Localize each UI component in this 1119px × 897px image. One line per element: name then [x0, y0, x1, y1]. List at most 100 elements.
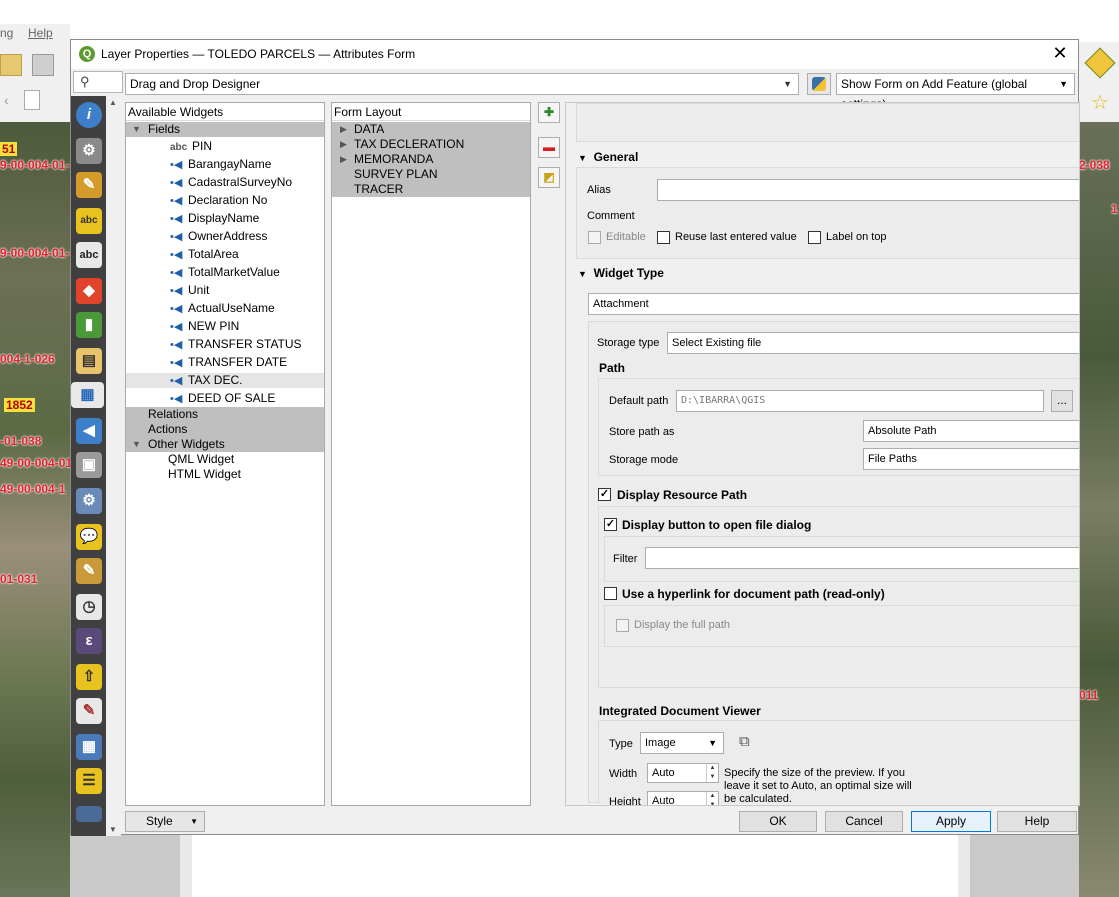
symbology-brush-icon[interactable]: ✎: [76, 172, 102, 198]
variables-icon[interactable]: ε: [76, 628, 102, 654]
display-resource-path-checkbox[interactable]: ✓: [598, 488, 611, 501]
spin-arrows-icon[interactable]: ▲ ▼: [706, 792, 718, 805]
open-project-icon[interactable]: [32, 54, 54, 76]
help-button[interactable]: Help: [997, 811, 1077, 832]
widget-type-combo[interactable]: Attachment: [588, 293, 1079, 315]
field-item[interactable]: •◀ OwnerAddress: [170, 229, 267, 244]
apply-button[interactable]: Apply: [911, 811, 991, 832]
field-item[interactable]: •◀ DisplayName: [170, 211, 259, 226]
field-item[interactable]: •◀ Declaration No: [170, 193, 267, 208]
metadata-icon[interactable]: ⇧: [76, 664, 102, 690]
3d-layer-icon[interactable]: [1084, 47, 1116, 79]
label-on-top-checkbox[interactable]: [808, 231, 821, 244]
field-item-hover[interactable]: •◀ TAX DEC.: [126, 373, 324, 388]
information-icon[interactable]: i: [76, 102, 102, 128]
field-item[interactable]: •◀ TotalMarketValue: [170, 265, 280, 280]
tree-fields[interactable]: ▼ Fields: [126, 122, 324, 137]
editable-checkbox[interactable]: [588, 231, 601, 244]
close-icon[interactable]: ✕: [1050, 43, 1070, 64]
storage-type-combo[interactable]: Select Existing file: [667, 332, 1079, 354]
store-path-combo[interactable]: Absolute Path: [863, 420, 1079, 442]
map-canvas-left[interactable]: 51 9-00-004-01- 9-00-004-01- 004-1-026 1…: [0, 122, 72, 897]
html-widget-item[interactable]: HTML Widget: [168, 467, 241, 482]
qgis-server-icon[interactable]: ☰: [76, 768, 102, 794]
display-tips-icon[interactable]: 💬: [76, 524, 102, 550]
remove-item-button[interactable]: ▬: [538, 137, 560, 158]
field-item[interactable]: •◀ BarangayName: [170, 157, 271, 172]
back-icon[interactable]: ‹: [4, 92, 9, 108]
editor-layout-combo[interactable]: Drag and Drop Designer ▼: [125, 73, 799, 95]
sidebar-scrollbar[interactable]: ▲ ▼: [106, 96, 121, 836]
labels-icon[interactable]: abc: [76, 208, 102, 234]
widget-type-section[interactable]: ▼ Widget Type: [578, 266, 664, 280]
viewer-options-icon[interactable]: ⧉: [739, 733, 750, 750]
fields-icon[interactable]: ▤: [76, 348, 102, 374]
dependencies-icon[interactable]: ✎: [76, 698, 102, 724]
attributes-form-icon[interactable]: ▦: [71, 382, 104, 408]
browse-button[interactable]: ...: [1051, 390, 1073, 412]
joins-icon[interactable]: ◀: [76, 418, 102, 444]
source-settings-icon[interactable]: ⚙: [76, 138, 102, 164]
star-icon[interactable]: ☆: [1091, 90, 1109, 115]
tree-relations[interactable]: Relations: [126, 407, 324, 422]
tree-other-widgets[interactable]: ▼ Other Widgets: [126, 437, 324, 452]
diagrams-icon[interactable]: ▮: [76, 312, 102, 338]
document-icon[interactable]: [24, 90, 40, 110]
viewer-type-combo[interactable]: Image ▼: [640, 732, 724, 754]
alias-input[interactable]: [657, 179, 1079, 201]
scroll-down-icon[interactable]: ▼: [109, 825, 117, 834]
field-item[interactable]: •◀ CadastralSurveyNo: [170, 175, 292, 190]
reuse-last-value-checkbox[interactable]: [657, 231, 670, 244]
auxiliary-storage-icon[interactable]: ▣: [76, 452, 102, 478]
field-item[interactable]: •◀ DEED OF SALE: [170, 391, 275, 406]
expand-arrow-icon[interactable]: ▶: [340, 152, 347, 167]
scroll-up-icon[interactable]: ▲: [109, 98, 117, 107]
suppress-form-combo[interactable]: Show Form on Add Feature (global setting…: [836, 73, 1075, 111]
display-button-checkbox[interactable]: ✓: [604, 518, 617, 531]
field-item-pin[interactable]: abc PIN: [170, 139, 212, 154]
menu-partial[interactable]: ng: [0, 26, 13, 40]
display-full-path-checkbox[interactable]: [616, 619, 629, 632]
form-tab-item[interactable]: ▶ DATA: [332, 122, 530, 137]
filter-input[interactable]: [645, 547, 1079, 569]
legend-icon[interactable]: ▦: [76, 734, 102, 760]
form-layout-tree[interactable]: Form Layout ▶ DATA ▶ TAX DECLERATION ▶ MEMO…: [331, 102, 531, 806]
temporal-clock-icon[interactable]: ◷: [76, 594, 102, 620]
default-path-input[interactable]: D:\IBARRA\QGIS: [676, 390, 1044, 412]
storage-mode-combo[interactable]: File Paths: [863, 448, 1079, 470]
add-container-button[interactable]: ✚: [538, 102, 560, 123]
form-tab-item[interactable]: TRACER: [332, 182, 530, 197]
field-item[interactable]: •◀ TRANSFER DATE: [170, 355, 287, 370]
new-project-icon[interactable]: [0, 54, 22, 76]
field-item[interactable]: •◀ TotalArea: [170, 247, 239, 262]
field-item[interactable]: •◀ NEW PIN: [170, 319, 239, 334]
form-tab-item[interactable]: SURVEY PLAN: [332, 167, 530, 182]
use-hyperlink-checkbox[interactable]: [604, 587, 617, 600]
cancel-button[interactable]: Cancel: [825, 811, 903, 832]
expand-arrow-icon[interactable]: ▶: [340, 122, 347, 137]
expand-arrow-icon[interactable]: ▶: [340, 137, 347, 152]
width-spinbox[interactable]: Auto ▲ ▼: [647, 763, 719, 783]
actions-icon[interactable]: ⚙: [76, 488, 102, 514]
masks-icon[interactable]: abc: [76, 242, 102, 268]
collapse-arrow-icon[interactable]: ▼: [132, 122, 141, 137]
menu-help[interactable]: Help: [28, 26, 53, 40]
available-widgets-tree[interactable]: Available Widgets ▼ Fields abc PIN •◀ Bara…: [125, 102, 325, 806]
ok-button[interactable]: OK: [739, 811, 817, 832]
rendering-icon[interactable]: ✎: [76, 558, 102, 584]
form-tab-item[interactable]: ▶ TAX DECLERATION: [332, 137, 530, 152]
field-item[interactable]: •◀ ActualUseName: [170, 301, 275, 316]
height-spinbox[interactable]: Auto ▲ ▼: [647, 791, 719, 805]
collapse-arrow-icon[interactable]: ▼: [132, 437, 141, 452]
search-icon[interactable]: ⚲: [73, 71, 123, 93]
digitizing-icon[interactable]: [76, 806, 102, 822]
map-canvas-right[interactable]: 2-038 1 011: [1079, 122, 1119, 897]
tree-actions[interactable]: Actions: [126, 422, 324, 437]
3d-view-icon[interactable]: ◆: [76, 278, 102, 304]
python-init-button[interactable]: [807, 73, 831, 95]
invert-selection-button[interactable]: ◩: [538, 167, 560, 188]
form-tab-item[interactable]: ▶ MEMORANDA: [332, 152, 530, 167]
spin-arrows-icon[interactable]: ▲ ▼: [706, 764, 718, 782]
field-item[interactable]: •◀ TRANSFER STATUS: [170, 337, 302, 352]
qml-widget-item[interactable]: QML Widget: [168, 452, 234, 467]
